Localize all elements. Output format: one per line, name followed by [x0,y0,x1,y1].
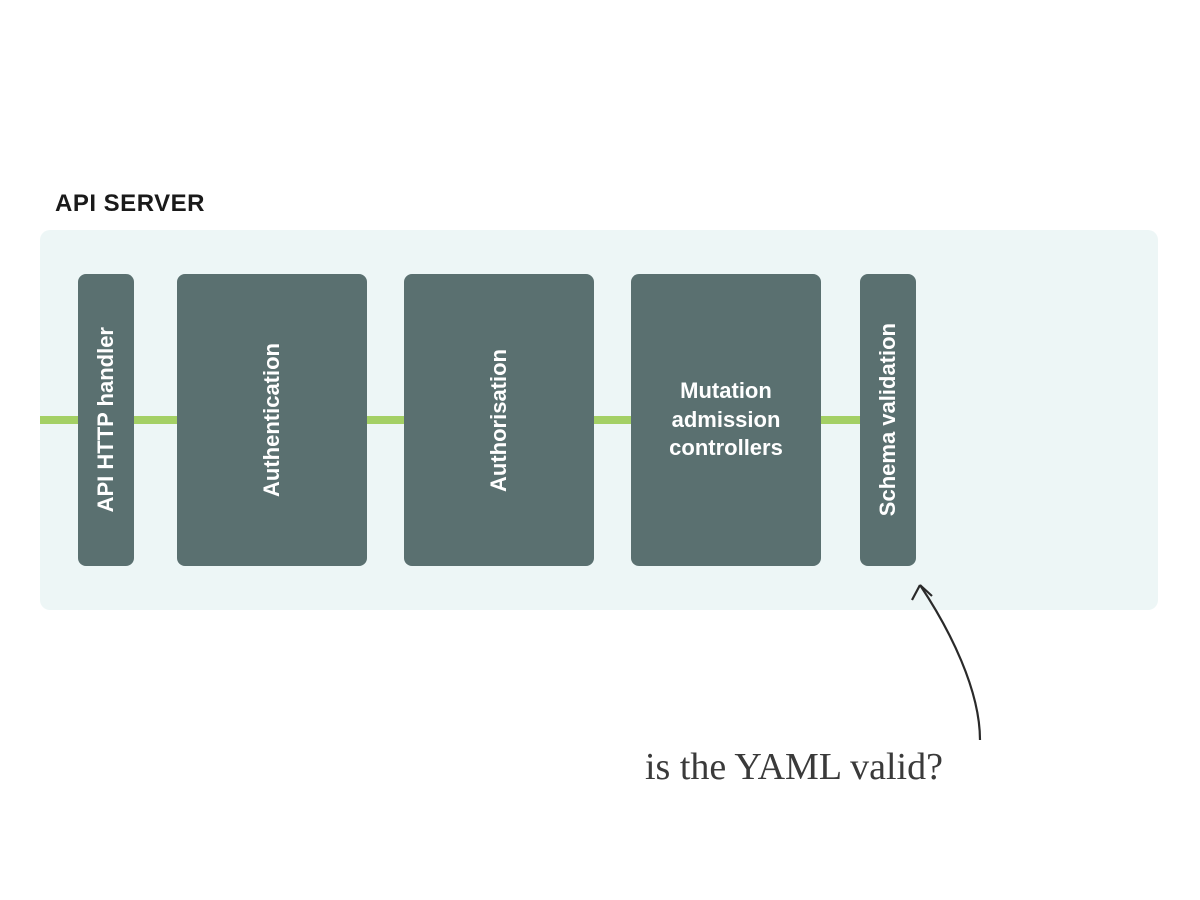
stage-label: Mutation admission controllers [643,377,809,463]
diagram-title: API SERVER [55,190,205,218]
stage-label: Authentication [259,343,285,497]
stage-label: Authorisation [486,349,512,492]
stage-mutation-admission-controllers: Mutation admission controllers [631,274,821,566]
stage-api-http-handler: API HTTP handler [78,274,134,566]
stage-authentication: Authentication [177,274,367,566]
stage-label: API HTTP handler [93,327,119,512]
stage-authorisation: Authorisation [404,274,594,566]
annotation-text: is the YAML valid? [645,745,943,789]
stage-label: Schema validation [875,323,901,516]
stage-schema-validation: Schema validation [860,274,916,566]
